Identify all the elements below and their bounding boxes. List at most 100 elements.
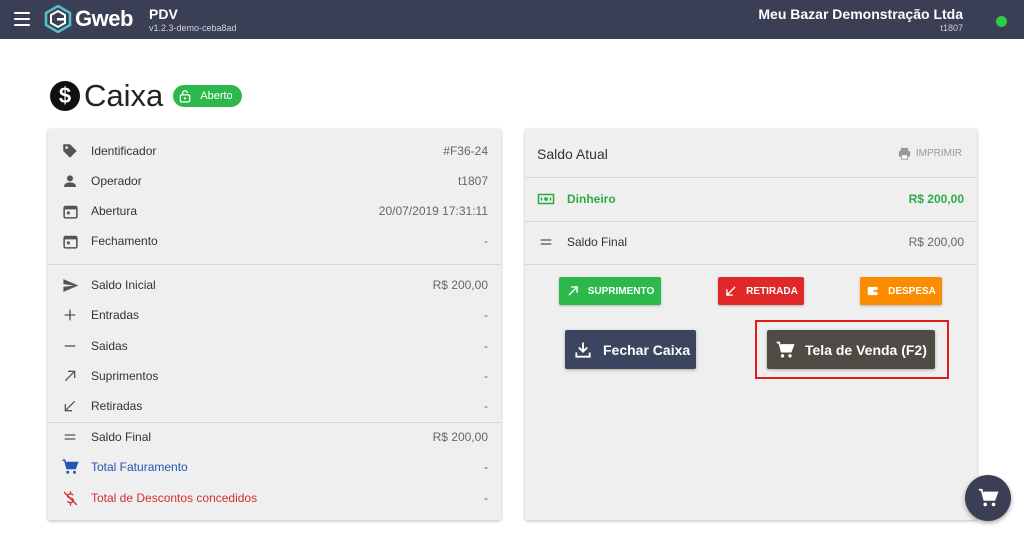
detail-value: -: [484, 399, 488, 413]
calendar-icon: [61, 232, 79, 250]
status-badge: Aberto: [173, 85, 242, 107]
detail-value: -: [484, 369, 488, 383]
caixa-details-card: Identificador #F36-24 Operador t1807 Abe…: [48, 129, 501, 520]
logo[interactable]: Gweb: [44, 5, 133, 33]
detail-row-fechamento: Fechamento -: [48, 226, 501, 256]
send-icon: [61, 276, 79, 294]
retirada-button[interactable]: RETIRADA: [718, 277, 804, 305]
company-user: t1807: [940, 23, 963, 33]
cart-icon: [776, 341, 795, 357]
saldo-heading: Saldo Atual: [537, 146, 608, 162]
person-icon: [61, 172, 79, 190]
divider: [525, 177, 977, 178]
company-info: Meu Bazar Demonstração Ltda t1807: [758, 6, 963, 34]
detail-value: -: [484, 491, 488, 505]
detail-row-operador: Operador t1807: [48, 166, 501, 196]
divider: [525, 221, 977, 222]
print-button[interactable]: IMPRIMIR: [897, 146, 962, 161]
print-label: IMPRIMIR: [915, 148, 962, 159]
company-name: Meu Bazar Demonstração Ltda: [758, 6, 963, 22]
tela-venda-button[interactable]: Tela de Venda (F2): [767, 330, 935, 369]
status-badge-label: Aberto: [200, 90, 233, 102]
despesa-label: DESPESA: [888, 285, 936, 297]
suprimento-label: SUPRIMENTO: [587, 285, 655, 297]
lock-open-icon: [179, 90, 191, 103]
detail-row-identificador: Identificador #F36-24: [48, 136, 501, 166]
detail-label: Saldo Inicial: [91, 278, 156, 292]
cart-fab-button[interactable]: [965, 475, 1011, 521]
suprimento-button[interactable]: SUPRIMENTO: [559, 277, 661, 305]
app-info: PDV v1.2.3-demo-ceba8ad: [149, 6, 237, 34]
online-status-indicator: [996, 16, 1007, 27]
detail-row-total-descontos: Total de Descontos concedidos -: [48, 483, 501, 513]
app-name: PDV: [149, 6, 178, 22]
tag-icon: [61, 142, 79, 160]
printer-icon: [898, 147, 911, 160]
divider: [48, 264, 501, 265]
saldo-atual-card: Saldo Atual IMPRIMIR Dinheiro R$ 200,00 …: [525, 129, 977, 520]
detail-label: Total Faturamento: [91, 460, 188, 474]
detail-label: Entradas: [91, 308, 140, 322]
detail-row-suprimentos: Suprimentos -: [48, 361, 501, 391]
download-icon: [575, 342, 591, 358]
detail-row-entradas: Entradas -: [48, 300, 501, 330]
detail-value: -: [484, 339, 488, 353]
detail-value: t1807: [457, 174, 488, 188]
equals-icon: [61, 428, 79, 446]
arrow-up-right-icon: [568, 286, 578, 296]
detail-label: Operador: [91, 174, 142, 188]
divider: [525, 264, 977, 265]
money-icon: [537, 190, 555, 208]
detail-label: Saldo Final: [91, 430, 152, 444]
page-header: $ Caixa Aberto: [50, 78, 242, 114]
fechar-caixa-label: Fechar Caixa: [603, 341, 691, 358]
detail-row-saidas: Saidas -: [48, 331, 501, 361]
detail-row-saldo-inicial: Saldo Inicial R$ 200,00: [48, 270, 501, 300]
detail-value: -: [484, 308, 488, 322]
cart-icon: [61, 458, 79, 476]
detail-row-retiradas: Retiradas -: [48, 391, 501, 421]
detail-label: Identificador: [91, 144, 157, 158]
arrow-down-left-icon: [726, 286, 736, 296]
plus-icon: [61, 306, 79, 324]
app-version: v1.2.3-demo-ceba8ad: [149, 23, 237, 33]
saldo-final-value: R$ 200,00: [908, 235, 964, 249]
detail-label: Total de Descontos concedidos: [91, 491, 258, 505]
detail-value: -: [484, 460, 488, 474]
detail-label: Abertura: [91, 204, 138, 218]
page-title: Caixa: [84, 78, 164, 113]
detail-label: Fechamento: [91, 234, 158, 248]
top-app-bar: Gweb PDV v1.2.3-demo-ceba8ad Meu Bazar D…: [0, 0, 1024, 39]
wallet-icon: [867, 286, 879, 296]
cart-icon: [978, 488, 999, 507]
fechar-caixa-button[interactable]: Fechar Caixa: [565, 330, 696, 369]
detail-row-saldo-final: Saldo Final R$ 200,00: [48, 422, 501, 452]
detail-label: Suprimentos: [91, 369, 159, 383]
dinheiro-value: R$ 200,00: [908, 192, 964, 206]
detail-row-abertura: Abertura 20/07/2019 17:31:11: [48, 196, 501, 226]
arrow-down-left-icon: [61, 397, 79, 415]
dollar-circle-icon: $: [50, 81, 80, 111]
detail-value: 20/07/2019 17:31:11: [378, 204, 488, 218]
dinheiro-label: Dinheiro: [567, 192, 616, 206]
discount-icon: [61, 489, 79, 507]
saldo-final-label: Saldo Final: [567, 235, 628, 249]
despesa-button[interactable]: DESPESA: [860, 277, 942, 305]
detail-value: R$ 200,00: [432, 278, 488, 292]
retirada-label: RETIRADA: [746, 285, 798, 297]
detail-row-total-faturamento: Total Faturamento -: [48, 452, 501, 482]
tela-venda-label: Tela de Venda (F2): [805, 341, 927, 358]
detail-value: #F36-24: [443, 144, 488, 158]
calendar-icon: [61, 202, 79, 220]
detail-value: -: [484, 234, 488, 248]
saldo-row-final: Saldo Final R$ 200,00: [525, 227, 977, 257]
brand-name: Gweb: [75, 6, 133, 31]
equals-icon: [537, 233, 555, 251]
gweb-logo-icon: [44, 5, 72, 33]
detail-label: Saidas: [91, 339, 128, 353]
detail-value: R$ 200,00: [432, 430, 488, 444]
menu-icon[interactable]: [14, 12, 30, 26]
arrow-up-right-icon: [61, 367, 79, 385]
detail-label: Retiradas: [91, 399, 143, 413]
minus-icon: [61, 337, 79, 355]
